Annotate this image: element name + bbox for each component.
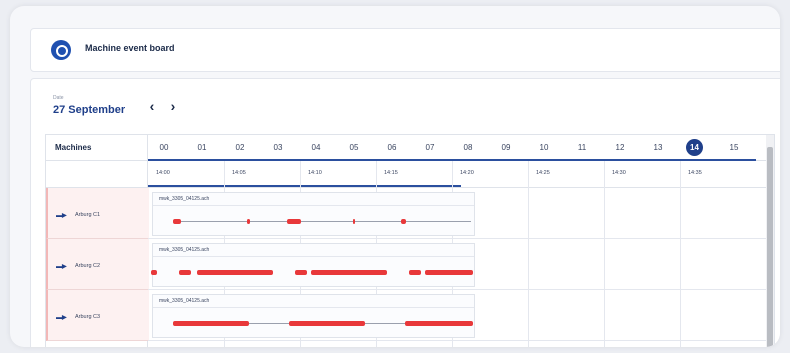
hour-tab[interactable]: 12 — [610, 143, 630, 152]
hour-tab[interactable]: 11 — [572, 143, 592, 152]
hour-tab[interactable]: 06 — [382, 143, 402, 152]
event-marker[interactable] — [311, 270, 387, 275]
machine-icon — [51, 40, 71, 60]
app-frame: Machine event board Date 27 September ‹ … — [10, 6, 780, 347]
prev-day-button[interactable]: ‹ — [146, 99, 158, 113]
machine-type-icon: ▬▶ — [56, 264, 67, 270]
event-marker[interactable] — [287, 219, 301, 224]
event-marker[interactable] — [179, 270, 191, 275]
header-bar: Machine event board — [30, 28, 780, 72]
machine-row[interactable]: ▬▶ Arburg C3 — [46, 290, 149, 341]
machine-name: Arburg C3 — [75, 314, 101, 320]
event-marker[interactable] — [247, 219, 250, 224]
machine-row[interactable]: ▬▶ Arburg C1 — [46, 188, 149, 239]
event-marker[interactable] — [151, 270, 157, 275]
machines-column: Machines ▬▶ Arburg C1 ▬▶ Arburg C2 ▬▶ Ar… — [46, 135, 149, 347]
page-title: Machine event board — [85, 43, 175, 53]
board-panel: Date 27 September ‹ › Machines ▬▶ Arburg… — [30, 78, 780, 347]
event-marker[interactable] — [173, 219, 181, 224]
hour-tab[interactable]: 15 — [724, 143, 744, 152]
job-label: mwk_3305_04125.ach — [159, 298, 210, 304]
event-marker[interactable] — [289, 321, 365, 326]
hour-tab[interactable]: 10 — [534, 143, 554, 152]
machine-lane: mwk_3305_04125.ach — [148, 188, 774, 239]
job-block[interactable]: mwk_3305_04125.ach — [151, 243, 475, 287]
scrollbar-thumb[interactable] — [767, 147, 773, 347]
machine-row[interactable]: ▬▶ Arburg C2 — [46, 239, 149, 290]
job-divider — [153, 205, 474, 206]
hour-tab[interactable]: 07 — [420, 143, 440, 152]
hour-tab[interactable]: 13 — [648, 143, 668, 152]
job-label: mwk_3305_04125.ach — [159, 196, 210, 202]
machine-lane: mwk_3305_04125.ach — [148, 290, 774, 341]
machines-header: Machines — [46, 135, 147, 161]
hour-tab[interactable]: 05 — [344, 143, 364, 152]
hour-tab[interactable]: 01 — [192, 143, 212, 152]
job-label: mwk_3305_04125.ach — [159, 247, 210, 253]
event-track — [173, 221, 471, 222]
minute-label: 14:00 — [156, 170, 170, 176]
next-day-button[interactable]: › — [167, 99, 179, 113]
minute-label: 14:25 — [536, 170, 550, 176]
hour-scale: 00 01 02 03 04 05 06 07 08 09 10 11 12 1… — [148, 135, 774, 161]
event-marker[interactable] — [405, 321, 473, 326]
hour-tab[interactable]: 02 — [230, 143, 250, 152]
job-block[interactable]: mwk_3305_04125.ach — [152, 294, 475, 338]
machine-type-icon: ▬▶ — [56, 315, 67, 321]
hour-tab[interactable]: 08 — [458, 143, 478, 152]
hour-tab[interactable]: 04 — [306, 143, 326, 152]
job-divider — [153, 307, 474, 308]
job-divider — [153, 256, 474, 257]
minute-label: 14:35 — [688, 170, 702, 176]
event-marker[interactable] — [353, 219, 355, 224]
event-marker[interactable] — [197, 270, 273, 275]
date-caption: Date — [53, 95, 64, 101]
event-marker[interactable] — [401, 219, 406, 224]
date-value: 27 September — [53, 104, 126, 116]
event-marker[interactable] — [409, 270, 421, 275]
minute-label: 14:15 — [384, 170, 398, 176]
event-marker[interactable] — [425, 270, 473, 275]
machine-type-icon: ▬▶ — [56, 213, 67, 219]
hour-tab-selected[interactable]: 14 — [686, 139, 703, 156]
minute-progress-line — [148, 185, 461, 187]
hour-tab[interactable]: 00 — [154, 143, 174, 152]
hour-tab[interactable]: 09 — [496, 143, 516, 152]
event-marker[interactable] — [295, 270, 307, 275]
machine-name: Arburg C2 — [75, 263, 101, 269]
minute-label: 14:30 — [612, 170, 626, 176]
vertical-scrollbar[interactable] — [766, 135, 774, 347]
machine-name: Arburg C1 — [75, 212, 101, 218]
job-block[interactable]: mwk_3305_04125.ach — [152, 192, 475, 236]
machines-subheader — [46, 161, 147, 188]
minute-label: 14:05 — [232, 170, 246, 176]
machine-lane: mwk_3305_04125.ach — [148, 239, 774, 290]
event-grid: Machines ▬▶ Arburg C1 ▬▶ Arburg C2 ▬▶ Ar… — [45, 134, 775, 347]
hour-tab[interactable]: 03 — [268, 143, 288, 152]
event-marker[interactable] — [173, 321, 249, 326]
minute-label: 14:20 — [460, 170, 474, 176]
minute-label: 14:10 — [308, 170, 322, 176]
